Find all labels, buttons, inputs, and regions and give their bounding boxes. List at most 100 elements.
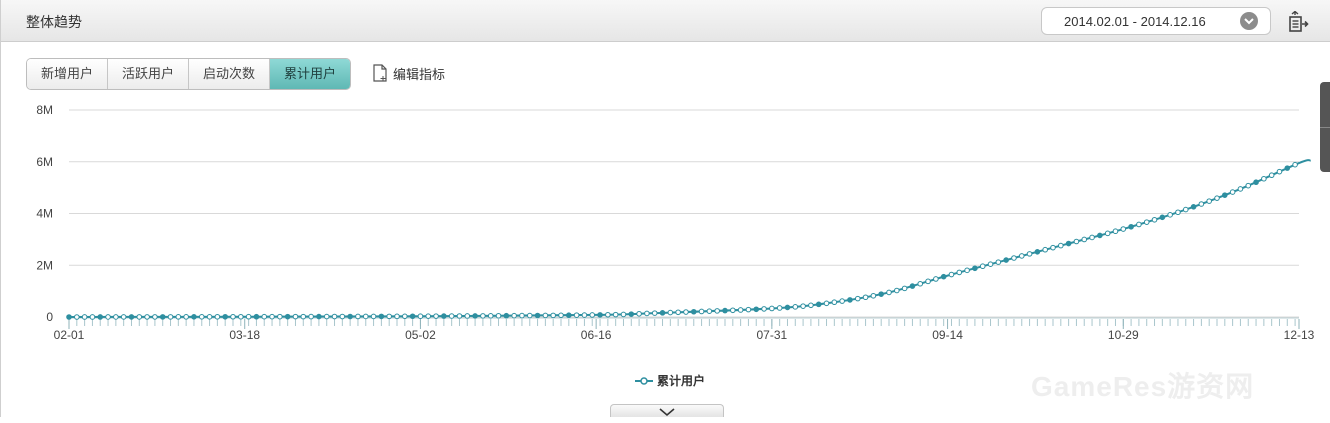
data-point xyxy=(1097,232,1103,239)
data-point xyxy=(417,313,424,320)
data-point xyxy=(917,280,924,287)
chevron-down-icon xyxy=(659,408,675,417)
data-point xyxy=(152,314,158,320)
data-point xyxy=(1003,257,1009,263)
data-point xyxy=(675,309,681,316)
data-point xyxy=(487,313,494,319)
data-point xyxy=(269,313,275,320)
data-point xyxy=(1261,175,1267,182)
data-point xyxy=(605,311,611,318)
data-point xyxy=(1026,251,1033,257)
legend-line-marker-icon xyxy=(635,376,653,385)
data-point xyxy=(1175,209,1181,216)
data-point xyxy=(1011,255,1017,261)
data-point xyxy=(612,311,619,318)
grid-lines xyxy=(69,109,1299,318)
x-tick-label: 09-14 xyxy=(932,328,963,342)
x-axis xyxy=(68,317,1299,326)
data-point xyxy=(1089,234,1095,241)
data-point xyxy=(1292,161,1298,168)
trend-panel: 整体趋势 2014.02.01 - 2014.12.16 新增用户 活跃用户 启… xyxy=(0,0,1330,417)
data-point xyxy=(433,313,439,319)
data-point xyxy=(776,305,783,311)
data-point xyxy=(441,313,447,319)
data-point xyxy=(214,313,221,320)
data-point xyxy=(113,314,119,320)
data-point xyxy=(644,310,650,317)
legend-label: 累计用户 xyxy=(657,374,706,388)
data-point xyxy=(339,313,346,320)
edit-metric-button[interactable]: 编辑指标 xyxy=(373,62,445,84)
y-tick-label: 2M xyxy=(36,258,53,272)
data-point xyxy=(925,278,931,285)
data-point xyxy=(378,313,385,320)
export-icon[interactable] xyxy=(1287,10,1309,33)
data-point xyxy=(355,313,361,320)
data-point xyxy=(659,310,666,316)
data-point xyxy=(1073,238,1080,245)
data-point xyxy=(1081,236,1088,243)
data-point xyxy=(66,314,72,320)
data-point xyxy=(706,308,713,314)
data-point xyxy=(1167,212,1173,218)
y-axis-ticks: 0 2M 4M 6M 8M xyxy=(36,103,53,324)
data-point xyxy=(956,269,963,276)
data-point xyxy=(800,303,806,309)
data-point xyxy=(620,311,627,318)
data-point xyxy=(1206,198,1212,204)
date-range-picker[interactable]: 2014.02.01 - 2014.12.16 xyxy=(1041,7,1271,35)
tab-launches[interactable]: 启动次数 xyxy=(189,59,271,89)
data-point xyxy=(97,314,104,320)
data-point xyxy=(472,313,478,319)
chart-legend[interactable]: 累计用户 xyxy=(635,372,705,389)
data-point xyxy=(370,313,377,320)
data-point xyxy=(245,313,252,320)
data-point xyxy=(831,299,838,306)
data-point xyxy=(308,313,314,320)
data-point xyxy=(277,313,283,320)
data-point xyxy=(566,312,572,319)
data-point xyxy=(948,271,955,278)
data-point xyxy=(456,313,463,319)
panel-title: 整体趋势 xyxy=(26,14,82,30)
metric-tabs: 新增用户 活跃用户 启动次数 累计用户 xyxy=(26,58,352,90)
data-point xyxy=(979,263,986,270)
data-point xyxy=(878,291,884,297)
x-tick-label: 06-16 xyxy=(581,328,612,342)
tab-new-users[interactable]: 新增用户 xyxy=(27,59,109,89)
data-point xyxy=(714,308,720,314)
side-drawer-handle[interactable] xyxy=(1320,82,1330,172)
data-point xyxy=(495,312,502,319)
collapse-toggle-button[interactable] xyxy=(610,404,724,417)
data-point xyxy=(81,314,88,320)
data-point xyxy=(89,314,96,320)
document-icon xyxy=(373,64,387,82)
data-point xyxy=(1284,165,1291,171)
y-tick-label: 4M xyxy=(36,207,53,221)
data-point xyxy=(1190,204,1197,210)
data-point xyxy=(120,314,127,320)
data-point xyxy=(1042,246,1048,253)
data-point xyxy=(987,261,994,267)
data-point xyxy=(964,267,970,274)
data-point xyxy=(972,265,978,272)
data-point xyxy=(347,313,353,320)
data-point xyxy=(323,313,330,320)
data-point xyxy=(1104,230,1111,237)
data-point xyxy=(331,313,338,320)
tab-active-users[interactable]: 活跃用户 xyxy=(108,59,190,89)
data-point xyxy=(316,313,322,320)
data-point xyxy=(698,308,705,315)
data-point xyxy=(1112,228,1119,235)
y-tick-label: 0 xyxy=(46,310,53,324)
data-point xyxy=(448,313,455,319)
data-point xyxy=(1245,182,1252,189)
data-point xyxy=(253,313,260,320)
data-point xyxy=(894,287,900,294)
data-point xyxy=(792,304,799,310)
data-point xyxy=(933,276,939,282)
data-point xyxy=(815,301,822,308)
data-point xyxy=(839,298,845,304)
tab-cumulative-users[interactable]: 累计用户 xyxy=(270,59,351,89)
data-point xyxy=(745,306,752,313)
